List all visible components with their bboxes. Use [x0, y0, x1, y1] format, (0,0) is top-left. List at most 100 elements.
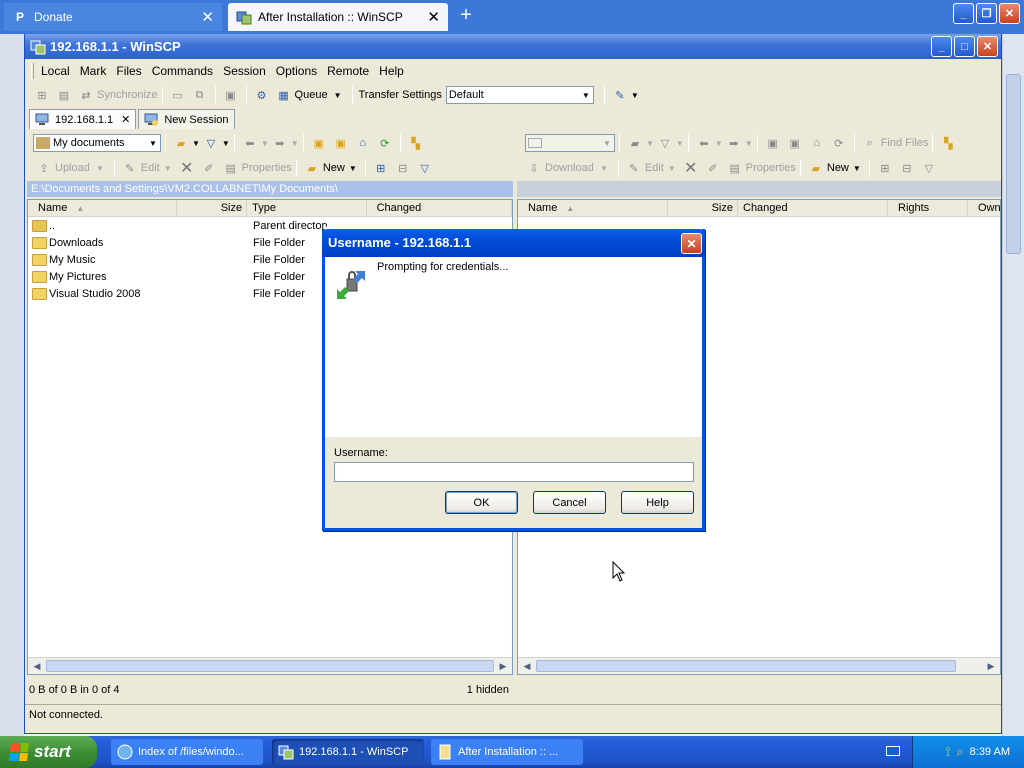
ok-button[interactable]: OK: [445, 491, 518, 514]
browser-tab-donate[interactable]: P Donate ✕: [4, 3, 222, 31]
console-icon[interactable]: ▭: [169, 86, 187, 104]
refresh-icon[interactable]: ⟳: [830, 134, 848, 152]
forward-arrow-icon[interactable]: ➡: [725, 134, 743, 152]
chevron-down-icon[interactable]: ▼: [646, 139, 654, 148]
tree-icon[interactable]: ▚: [407, 134, 425, 152]
remote-location-select[interactable]: ▼: [525, 134, 615, 152]
remote-horizontal-scrollbar[interactable]: ◀ ▶: [518, 657, 1000, 674]
menu-mark[interactable]: Mark: [75, 64, 112, 78]
scroll-right-icon[interactable]: ▶: [495, 659, 511, 673]
new-button[interactable]: New: [323, 162, 345, 174]
home-icon[interactable]: ⌂: [354, 134, 372, 152]
session-tab-192-168-1-1[interactable]: 192.168.1.1 ✕: [29, 109, 137, 129]
toolbar-grip[interactable]: [31, 63, 34, 79]
browser-tab-after-installation[interactable]: After Installation :: WinSCP ✕: [228, 3, 448, 31]
menu-session[interactable]: Session: [218, 64, 271, 78]
forward-arrow-icon[interactable]: ➡: [271, 134, 289, 152]
back-arrow-icon[interactable]: ⬅: [695, 134, 713, 152]
close-icon[interactable]: ✕: [681, 233, 702, 254]
synchronize-button[interactable]: Synchronize: [97, 89, 158, 101]
download-icon[interactable]: ⇩: [525, 159, 543, 177]
compare-icon[interactable]: ⊞: [33, 86, 51, 104]
properties-button[interactable]: Properties: [242, 162, 292, 174]
dialog-titlebar[interactable]: Username - 192.168.1.1 ✕: [322, 229, 705, 257]
new-button[interactable]: New: [827, 162, 849, 174]
filter-icon[interactable]: ▽: [202, 134, 220, 152]
chevron-down-icon[interactable]: ▼: [291, 139, 299, 148]
scroll-left-icon[interactable]: ◀: [29, 659, 45, 673]
parent-directory-icon[interactable]: ▣: [764, 134, 782, 152]
close-tab-icon[interactable]: ✕: [427, 8, 440, 26]
chevron-down-icon[interactable]: ▼: [349, 164, 357, 173]
unselect-minus-icon[interactable]: ⊟: [898, 159, 916, 177]
chevron-down-icon[interactable]: ▼: [192, 139, 200, 148]
select-plus-icon[interactable]: ⊞: [876, 159, 894, 177]
help-button[interactable]: Help: [621, 491, 694, 514]
scroll-right-icon[interactable]: ▶: [983, 659, 999, 673]
edit-button[interactable]: Edit: [141, 162, 160, 174]
taskbar-item-after-installation[interactable]: After Installation :: ...: [431, 739, 583, 765]
filter-icon[interactable]: ▽: [416, 159, 434, 177]
rename-icon[interactable]: ✐: [200, 159, 218, 177]
chevron-down-icon[interactable]: ▼: [715, 139, 723, 148]
properties-icon[interactable]: ▤: [222, 159, 240, 177]
keep-up-to-date-icon[interactable]: ▤: [55, 86, 73, 104]
close-icon[interactable]: ✕: [977, 36, 998, 57]
column-rights[interactable]: Rights: [888, 200, 968, 216]
chevron-down-icon[interactable]: ▼: [668, 164, 676, 173]
maximize-icon[interactable]: □: [954, 36, 975, 57]
scroll-thumb[interactable]: [46, 660, 494, 672]
column-size[interactable]: Size: [668, 200, 738, 216]
refresh-icon[interactable]: ⟳: [376, 134, 394, 152]
rename-icon[interactable]: ✐: [704, 159, 722, 177]
remote-path-bar[interactable]: [517, 181, 1001, 197]
local-location-select[interactable]: My documents ▼: [33, 134, 161, 152]
menu-help[interactable]: Help: [374, 64, 409, 78]
column-name[interactable]: Name ▲: [28, 200, 178, 216]
chevron-down-icon[interactable]: ▼: [96, 164, 104, 173]
search-icon[interactable]: ⌕: [956, 744, 963, 760]
session-tab-new-session[interactable]: New Session: [138, 109, 235, 129]
column-changed[interactable]: Changed: [738, 200, 888, 216]
new-tab-plus-icon[interactable]: +: [455, 4, 477, 28]
open-folder-icon[interactable]: ▰: [172, 134, 190, 152]
chevron-down-icon[interactable]: ▼: [334, 91, 342, 100]
queue-icon[interactable]: ▦: [275, 86, 293, 104]
chevron-down-icon[interactable]: ▼: [853, 164, 861, 173]
network-icon[interactable]: ⟟: [946, 744, 951, 760]
find-files-button[interactable]: Find Files: [881, 137, 929, 149]
upload-icon[interactable]: ⇪: [35, 159, 53, 177]
parent-directory-icon[interactable]: ▣: [310, 134, 328, 152]
unselect-minus-icon[interactable]: ⊟: [394, 159, 412, 177]
column-size[interactable]: Size: [177, 200, 248, 216]
home-icon[interactable]: ⌂: [808, 134, 826, 152]
menu-options[interactable]: Options: [271, 64, 322, 78]
edit-icon[interactable]: ✎: [121, 159, 139, 177]
new-folder-icon[interactable]: ▰: [303, 159, 321, 177]
keyboard-icon[interactable]: [886, 746, 900, 756]
menu-remote[interactable]: Remote: [322, 64, 374, 78]
menu-commands[interactable]: Commands: [147, 64, 218, 78]
hidden-count[interactable]: 1 hidden: [467, 684, 509, 696]
filter-icon[interactable]: ▽: [920, 159, 938, 177]
back-arrow-icon[interactable]: ⬅: [241, 134, 259, 152]
edit-icon[interactable]: ✎: [625, 159, 643, 177]
delete-x-icon[interactable]: ✕: [682, 159, 700, 177]
chevron-down-icon[interactable]: ▼: [676, 139, 684, 148]
scroll-left-icon[interactable]: ◀: [519, 659, 535, 673]
close-session-icon[interactable]: ✕: [121, 113, 130, 126]
chevron-down-icon[interactable]: ▼: [261, 139, 269, 148]
taskbar-item-browser[interactable]: Index of /files/windo...: [111, 739, 263, 765]
chevron-down-icon[interactable]: ▼: [631, 91, 639, 100]
username-input[interactable]: [334, 462, 694, 482]
chevron-down-icon[interactable]: ▼: [600, 164, 608, 173]
browser-scrollbar[interactable]: [1002, 34, 1024, 736]
chevron-down-icon[interactable]: ▼: [745, 139, 753, 148]
scroll-thumb[interactable]: [1006, 74, 1021, 254]
putty-icon[interactable]: ⧉: [191, 86, 209, 104]
column-name[interactable]: Name ▲: [518, 200, 668, 216]
column-owner[interactable]: Owner: [968, 200, 1000, 216]
new-folder-icon[interactable]: ▰: [807, 159, 825, 177]
menu-files[interactable]: Files: [111, 64, 146, 78]
menu-local[interactable]: Local: [36, 64, 75, 78]
